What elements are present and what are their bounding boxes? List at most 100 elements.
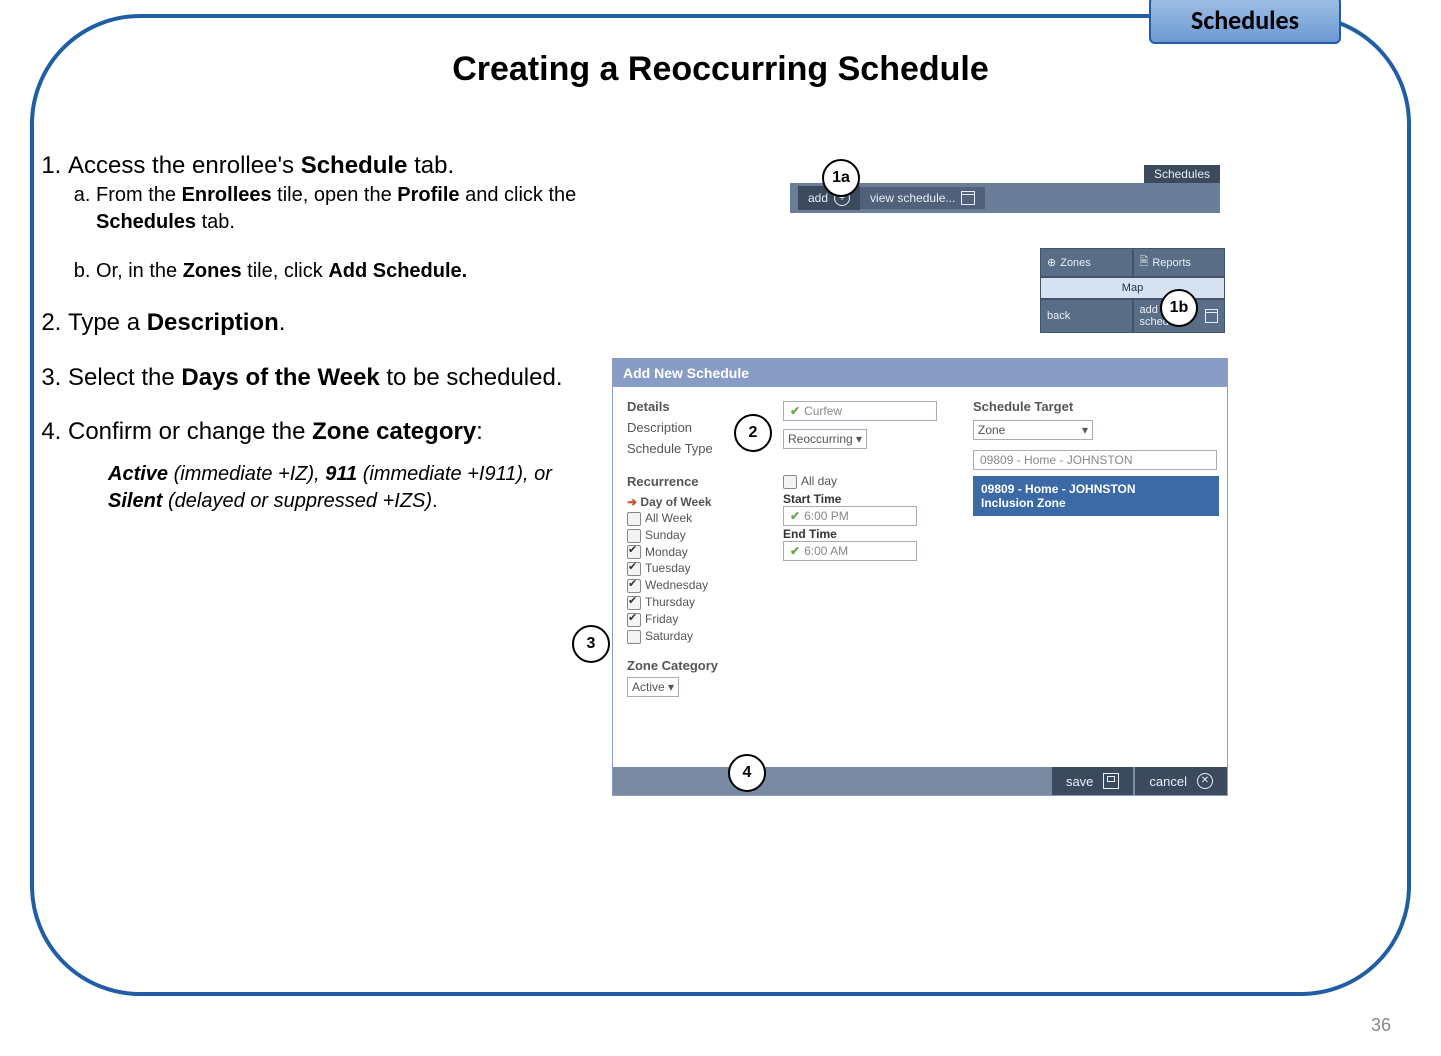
schedule-target-selected-line2: Inclusion Zone — [981, 496, 1066, 510]
save-button-label: save — [1066, 774, 1093, 789]
callout-3: 3 — [572, 625, 610, 663]
page-title: Creating a Reoccurring Schedule — [0, 50, 1441, 89]
arrow-right-icon: ➜ — [627, 495, 637, 509]
t: Description — [147, 309, 279, 336]
t: (immediate +IZ), — [168, 463, 325, 485]
recurrence-heading: Recurrence — [627, 474, 743, 489]
end-time-value: 6:00 AM — [804, 544, 848, 558]
close-icon: ✕ — [1197, 773, 1213, 789]
step-3: Select the Days of the Week to be schedu… — [68, 362, 590, 394]
step-1: Access the enrollee's Schedule tab. From… — [68, 150, 590, 285]
monday-checkbox[interactable]: Monday — [627, 545, 743, 560]
t: Zones — [183, 260, 242, 282]
save-icon — [1103, 773, 1119, 789]
wednesday-label: Wednesday — [645, 578, 708, 592]
callout-1b: 1b — [1160, 289, 1198, 327]
friday-checkbox[interactable]: Friday — [627, 612, 743, 627]
step-1-bold: Schedule — [301, 152, 408, 179]
t: Select the — [68, 364, 181, 391]
all-week-label: All Week — [645, 511, 692, 525]
all-week-checkbox[interactable]: All Week — [627, 511, 743, 526]
step-4: Confirm or change the Zone category: Act… — [68, 416, 590, 514]
reports-tab[interactable]: 🗎Reports — [1133, 248, 1226, 277]
map-tab[interactable]: Map — [1040, 277, 1225, 299]
cancel-button-label: cancel — [1149, 774, 1187, 789]
zones-tab[interactable]: ⊕ Zones — [1040, 248, 1133, 277]
t: tile, click — [242, 260, 329, 282]
start-time-input[interactable]: ✔ 6:00 PM — [783, 506, 917, 526]
schedule-target-input[interactable]: 09809 - Home - JOHNSTON — [973, 450, 1217, 470]
t: Enrollees — [182, 184, 272, 206]
screenshot-1b: ⊕Zones 🗎Reports Map back add schedule — [1040, 248, 1225, 333]
start-time-value: 6:00 PM — [804, 509, 849, 523]
zones-label: Zones — [1060, 257, 1091, 269]
add-new-schedule-panel: Add New Schedule Details Description Sch… — [612, 358, 1228, 796]
end-time-input[interactable]: ✔ 6:00 AM — [783, 541, 917, 561]
t: Schedules — [96, 211, 196, 233]
schedule-type-select[interactable]: Reoccurring ▾ — [783, 429, 867, 449]
t: Confirm or change the — [68, 418, 312, 445]
view-schedule-label: view schedule... — [870, 191, 955, 205]
view-schedule-button[interactable]: view schedule... — [860, 187, 985, 209]
tuesday-checkbox[interactable]: Tuesday — [627, 561, 743, 576]
panel-footer: save cancel ✕ — [613, 767, 1227, 795]
calendar-icon — [1205, 309, 1218, 323]
details-heading: Details — [627, 399, 743, 414]
t: to be scheduled. — [380, 364, 563, 391]
t: and click the — [460, 184, 577, 206]
thursday-checkbox[interactable]: Thursday — [627, 595, 743, 610]
add-button-label: add — [808, 191, 828, 205]
cancel-button[interactable]: cancel ✕ — [1135, 767, 1227, 795]
panel-header: Add New Schedule — [613, 359, 1227, 387]
target-icon: ⊕ — [1047, 256, 1056, 269]
reports-label: Reports — [1152, 257, 1191, 269]
sunday-label: Sunday — [645, 528, 686, 542]
start-time-label: Start Time — [783, 492, 841, 506]
callout-1a: 1a — [822, 159, 860, 197]
schedule-target-heading: Schedule Target — [973, 399, 1213, 414]
schedule-target-type-value: Zone — [978, 423, 1005, 437]
schedules-header-label: Schedules — [1144, 165, 1220, 183]
instructions: Access the enrollee's Schedule tab. From… — [40, 150, 590, 537]
sunday-checkbox[interactable]: Sunday — [627, 528, 743, 543]
zone-category-value: Active — [632, 680, 665, 694]
step-4-note: Active (immediate +IZ), 911 (immediate +… — [108, 461, 590, 515]
t: Add Schedule. — [328, 260, 467, 282]
description-value: Curfew — [804, 404, 842, 418]
back-button[interactable]: back — [1040, 299, 1133, 333]
all-day-checkbox[interactable]: All day — [783, 474, 933, 489]
step-1a: From the Enrollees tile, open the Profil… — [96, 182, 590, 236]
save-button[interactable]: save — [1052, 767, 1133, 795]
schedule-target-selected-line1: 09809 - Home - JOHNSTON — [981, 482, 1136, 496]
calendar-icon — [961, 191, 975, 205]
t: 911 — [325, 463, 357, 485]
check-icon: ✔ — [790, 544, 800, 558]
t: . — [432, 490, 438, 512]
zone-category-select[interactable]: Active ▾ — [627, 677, 679, 697]
t: Profile — [397, 184, 459, 206]
thursday-label: Thursday — [645, 595, 695, 609]
schedule-target-selected[interactable]: 09809 - Home - JOHNSTON Inclusion Zone — [973, 476, 1219, 516]
saturday-checkbox[interactable]: Saturday — [627, 629, 743, 644]
end-time-label: End Time — [783, 527, 837, 541]
all-day-label: All day — [801, 474, 837, 488]
t: . — [279, 309, 286, 336]
callout-4: 4 — [728, 754, 766, 792]
t: Silent — [108, 490, 162, 512]
description-input[interactable]: ✔ Curfew — [783, 401, 937, 421]
t: From the — [96, 184, 182, 206]
day-of-week-label: Day of Week — [640, 495, 711, 509]
schedule-target-type-select[interactable]: Zone▾ — [973, 420, 1093, 440]
wednesday-checkbox[interactable]: Wednesday — [627, 578, 743, 593]
step-1-text: Access the enrollee's — [68, 152, 301, 179]
check-icon: ✔ — [790, 404, 800, 418]
t: Days of the Week — [181, 364, 379, 391]
t: (immediate +I911), or — [357, 463, 552, 485]
check-icon: ✔ — [790, 509, 800, 523]
day-of-week-option[interactable]: ➜ Day of Week — [627, 495, 743, 509]
tab-schedules: Schedules — [1149, 0, 1341, 44]
t: Zone category — [312, 418, 476, 445]
step-1-tail: tab. — [407, 152, 454, 179]
description-label: Description — [627, 420, 692, 435]
schedule-type-value: Reoccurring — [788, 432, 853, 446]
